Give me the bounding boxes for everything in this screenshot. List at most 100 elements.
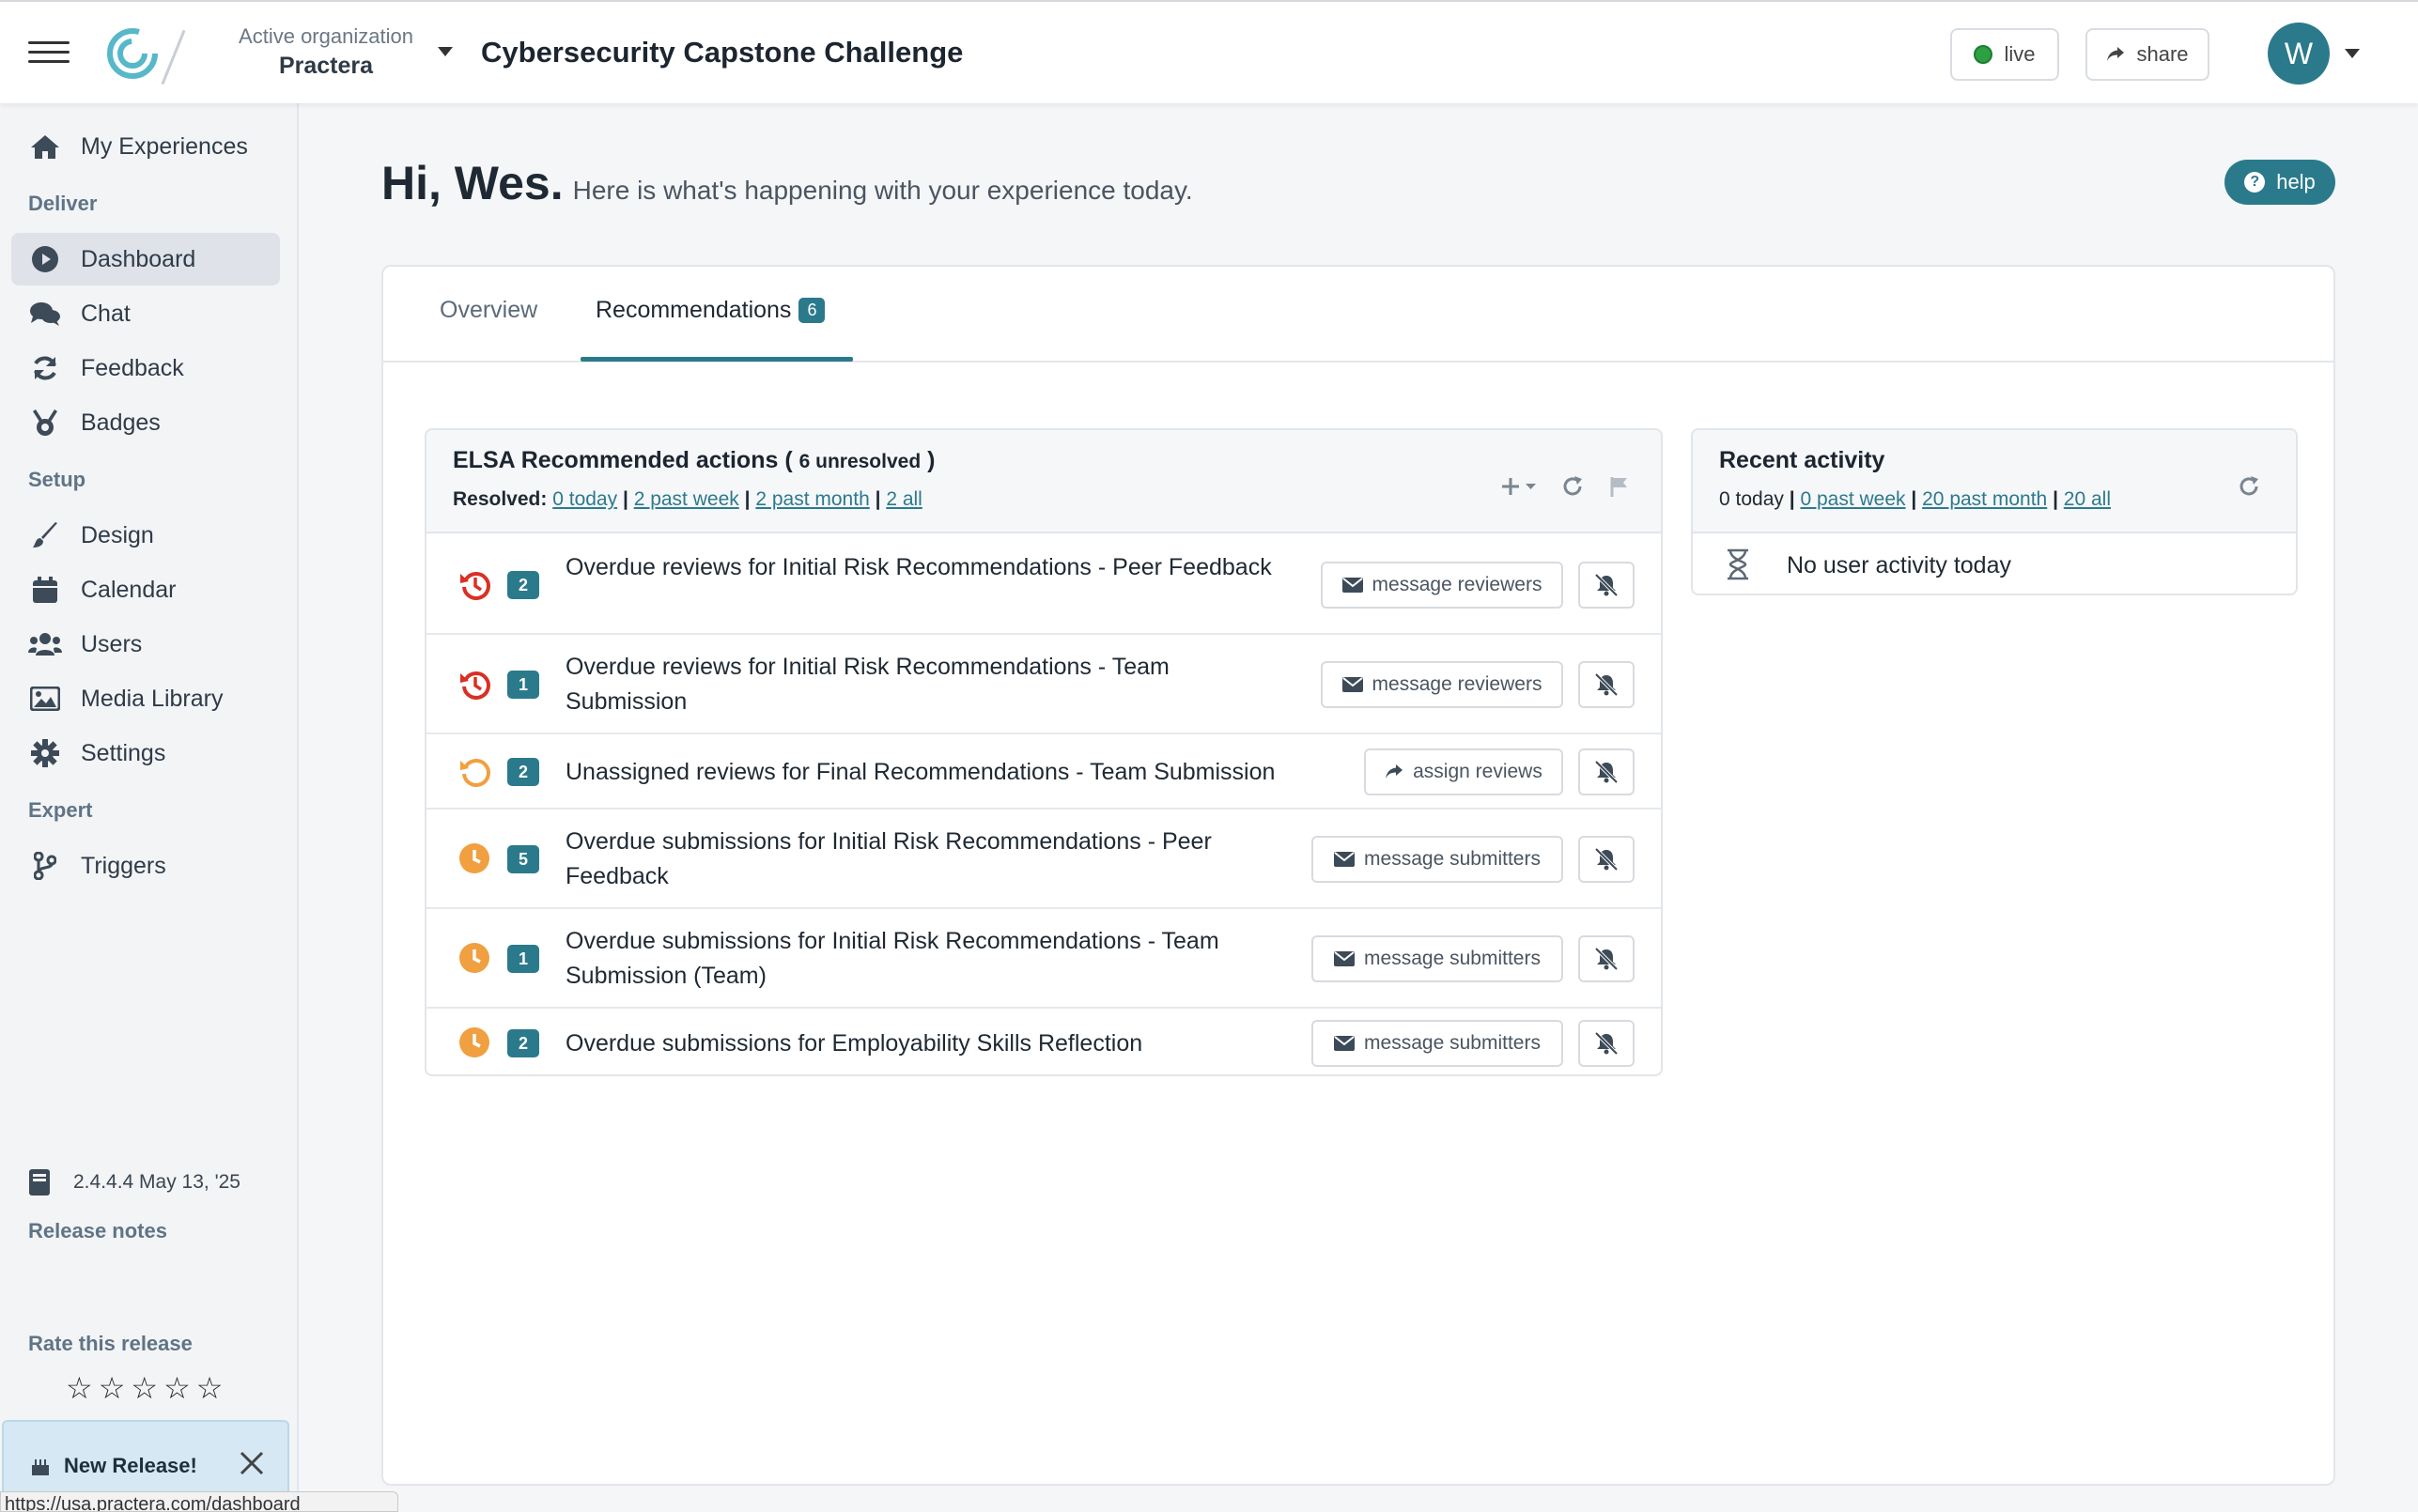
org-switcher[interactable]: Active organization Practera (229, 24, 423, 80)
activity-tools (2238, 475, 2260, 498)
help-button[interactable]: ? help (2224, 160, 2335, 205)
flag-icon[interactable] (1608, 475, 1631, 498)
bell-slash-icon (1594, 1031, 1619, 1056)
sidebar-item-dashboard[interactable]: Dashboard (11, 233, 280, 285)
sync-arrows-icon (28, 354, 62, 382)
refresh-icon[interactable] (1561, 475, 1584, 498)
gear-icon (28, 739, 62, 767)
sidebar-item-calendar[interactable]: Calendar (11, 563, 280, 616)
resolved-week-link[interactable]: 2 past week (634, 488, 739, 510)
org-dropdown-caret-icon[interactable] (438, 47, 453, 56)
recommendation-text: Overdue reviews for Initial Risk Recomme… (566, 554, 1272, 580)
action-label: message reviewers (1372, 574, 1542, 595)
rating-star-2-icon[interactable]: ☆ (99, 1373, 126, 1403)
message-reviewers-button[interactable]: message reviewers (1321, 661, 1563, 708)
recommended-actions-header: ELSA Recommended actions ( 6 unresolved … (426, 430, 1661, 533)
rating-star-5-icon[interactable]: ☆ (196, 1373, 224, 1403)
practera-logo-icon[interactable] (105, 26, 160, 81)
sidebar-item-badges[interactable]: Badges (11, 396, 280, 449)
envelope-icon (1341, 578, 1363, 593)
sidebar-item-users[interactable]: Users (11, 618, 280, 671)
envelope-icon (1341, 677, 1363, 692)
add-dropdown-icon[interactable] (1501, 476, 1537, 497)
mute-notification-button[interactable] (1578, 661, 1635, 708)
recommendation-count-badge: 2 (507, 571, 539, 599)
share-label: share (2136, 42, 2189, 66)
message-submitters-button[interactable]: message submitters (1311, 836, 1563, 883)
greeting: Hi, Wes. Here is what's happening with y… (381, 156, 1193, 210)
envelope-icon (1334, 852, 1356, 867)
message-submitters-button[interactable]: message submitters (1311, 935, 1563, 982)
action-label: message submitters (1364, 948, 1541, 969)
recommendation-text: Overdue submissions for Employability Sk… (566, 1029, 1143, 1057)
resolved-month-link[interactable]: 2 past month (755, 488, 869, 510)
mute-notification-button[interactable] (1578, 935, 1635, 982)
resolved-today-link[interactable]: 0 today (552, 488, 617, 510)
tab-recommendations[interactable]: Recommendations 6 (596, 297, 826, 324)
activity-all-link[interactable]: 20 all (2064, 488, 2111, 510)
close-icon[interactable] (239, 1450, 265, 1476)
sidebar-item-media-library[interactable]: Media Library (11, 672, 280, 725)
user-avatar[interactable]: W (2268, 23, 2330, 85)
tab-recommendations-label: Recommendations (596, 297, 792, 323)
rating-star-3-icon[interactable]: ☆ (131, 1373, 158, 1403)
users-icon (28, 631, 62, 657)
clock-orange-icon (458, 1026, 490, 1063)
dashboard-tabs: Overview Recommendations 6 (383, 267, 2333, 363)
sidebar-item-design[interactable]: Design (11, 509, 280, 562)
recommendation-text: Overdue submissions for Initial Risk Rec… (566, 928, 1219, 989)
sidebar-item-label: Settings (81, 739, 166, 766)
sidebar-section-expert: Expert (28, 798, 93, 822)
release-version: 2.4.4.4 May 13, '25 (73, 1171, 240, 1193)
recommendation-text: Overdue submissions for Initial Risk Rec… (566, 828, 1212, 889)
recommendation-row: 2 Overdue reviews for Initial Risk Recomm… (426, 535, 1661, 635)
refresh-icon[interactable] (2238, 475, 2260, 498)
share-icon (1385, 764, 1403, 780)
message-reviewers-button[interactable]: message reviewers (1321, 562, 1563, 609)
mute-notification-button[interactable] (1578, 1020, 1635, 1067)
sidebar-item-settings[interactable]: Settings (11, 727, 280, 779)
mute-notification-button[interactable] (1578, 748, 1635, 795)
activity-empty-text: No user activity today (1787, 552, 2011, 579)
sidebar-item-triggers[interactable]: Triggers (11, 840, 280, 892)
menu-toggle-button[interactable] (28, 41, 70, 64)
recent-activity-title: Recent activity (1719, 447, 1885, 473)
sidebar-item-my-experiences[interactable]: My Experiences (11, 120, 280, 173)
live-button[interactable]: live (1950, 28, 2059, 81)
greeting-subtitle: Here is what's happening with your exper… (572, 176, 1193, 205)
release-version-link[interactable]: 2.4.4.4 May 13, '25 (28, 1168, 240, 1196)
activity-week-link[interactable]: 0 past week (1800, 488, 1905, 510)
experience-title: Cybersecurity Capstone Challenge (481, 36, 964, 69)
user-menu-caret-icon[interactable] (2345, 49, 2360, 58)
resolved-label: Resolved: (453, 488, 548, 510)
recommended-title-text: ELSA Recommended actions ( (453, 447, 793, 473)
message-submitters-button[interactable]: message submitters (1311, 1020, 1563, 1067)
tab-overview[interactable]: Overview (440, 297, 537, 324)
recommendation-text: Overdue reviews for Initial Risk Recomme… (566, 654, 1170, 715)
share-button[interactable]: share (2085, 28, 2209, 81)
separator: | (875, 488, 881, 510)
recommendations-count-badge: 6 (798, 298, 826, 323)
birthday-cake-icon (32, 1459, 49, 1475)
rating-star-4-icon[interactable]: ☆ (163, 1373, 191, 1403)
mute-notification-button[interactable] (1578, 562, 1635, 609)
clock-orange-icon (458, 942, 490, 979)
unresolved-count: 6 unresolved (798, 451, 922, 472)
sidebar-item-chat[interactable]: Chat (11, 287, 280, 340)
action-label: assign reviews (1413, 761, 1542, 782)
assign-reviews-button[interactable]: assign reviews (1364, 748, 1563, 795)
active-tab-indicator (581, 357, 853, 362)
bell-slash-icon (1594, 672, 1619, 697)
rating-stars[interactable]: ☆ ☆ ☆ ☆ ☆ (66, 1373, 223, 1403)
separator: | (744, 488, 751, 510)
rating-star-1-icon[interactable]: ☆ (66, 1373, 93, 1403)
clock-orange-icon (458, 842, 490, 879)
activity-month-link[interactable]: 20 past month (1922, 488, 2047, 510)
play-circle-icon (28, 245, 62, 273)
recommended-title-close: ) (927, 447, 936, 473)
resolved-all-link[interactable]: 2 all (886, 488, 922, 510)
sidebar-item-label: Triggers (81, 852, 166, 879)
home-icon (28, 133, 62, 160)
mute-notification-button[interactable] (1578, 836, 1635, 883)
sidebar-item-feedback[interactable]: Feedback (11, 342, 280, 394)
